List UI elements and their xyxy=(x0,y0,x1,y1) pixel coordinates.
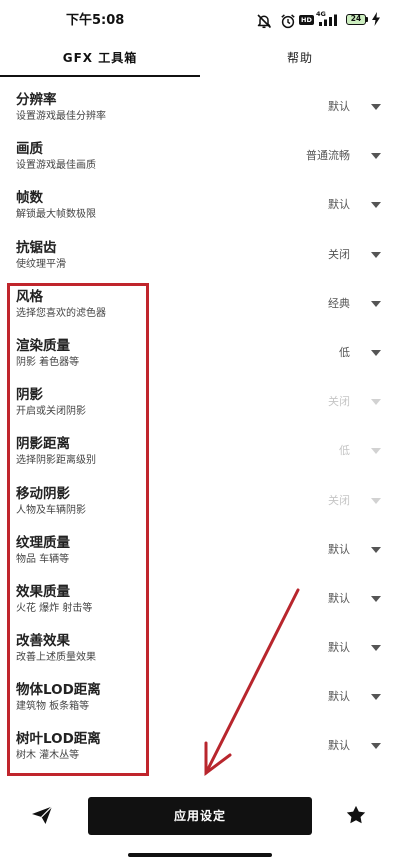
dropdown-arrow-icon[interactable] xyxy=(371,546,381,553)
setting-title: 移动阴影 xyxy=(16,485,70,502)
dropdown-arrow-icon[interactable] xyxy=(371,595,381,602)
setting-description: 设置游戏最佳分辨率 xyxy=(16,111,106,122)
setting-value-dropdown[interactable]: 默认 xyxy=(328,197,350,213)
mute-icon xyxy=(257,14,272,29)
star-icon[interactable] xyxy=(345,804,367,826)
setting-value-dropdown[interactable]: 默认 xyxy=(328,738,350,754)
setting-title: 效果质量 xyxy=(16,583,70,600)
alarm-icon xyxy=(281,14,295,29)
setting-value-dropdown[interactable]: 普通流畅 xyxy=(306,148,350,164)
hd-badge: HD xyxy=(299,15,314,25)
setting-value-dropdown[interactable]: 经典 xyxy=(328,296,350,312)
dropdown-arrow-icon[interactable] xyxy=(371,153,381,160)
setting-title: 改善效果 xyxy=(16,633,70,650)
setting-description: 解锁最大帧数极限 xyxy=(16,209,96,221)
setting-title: 物体LOD距离 xyxy=(16,682,101,699)
setting-value-dropdown: 关闭 xyxy=(328,493,350,507)
setting-title: 帧数 xyxy=(16,190,43,207)
setting-value-dropdown[interactable]: 默认 xyxy=(328,542,350,558)
setting-title: 抗锯齿 xyxy=(16,239,57,256)
tab-help[interactable]: 帮助 xyxy=(200,42,400,74)
status-time: 下午5:08 xyxy=(66,13,125,28)
setting-value-dropdown: 低 xyxy=(339,444,350,458)
dropdown-arrow-icon[interactable] xyxy=(371,300,381,307)
setting-description: 火花 爆炸 射击等 xyxy=(16,602,93,614)
setting-description: 使纹理平滑 xyxy=(16,258,66,270)
setting-row-fps[interactable]: 帧数 解锁最大帧数极限 默认 xyxy=(0,182,400,231)
dropdown-arrow-icon[interactable] xyxy=(371,645,381,652)
setting-row-anti-aliasing[interactable]: 抗锯齿 使纹理平滑 关闭 xyxy=(0,232,400,281)
setting-value-dropdown[interactable]: 默认 xyxy=(328,99,350,115)
signal-icon xyxy=(319,14,337,26)
dropdown-arrow-icon[interactable] xyxy=(371,251,381,258)
setting-description: 阴影 着色器等 xyxy=(16,356,80,368)
apply-settings-button[interactable]: 应用设定 xyxy=(88,797,312,835)
setting-title: 分辨率 xyxy=(16,92,57,108)
setting-value-dropdown: 关闭 xyxy=(328,395,350,409)
setting-row-resolution[interactable]: 分辨率 设置游戏最佳分辨率 默认 xyxy=(0,84,400,133)
setting-title: 阴影距离 xyxy=(16,436,70,453)
active-tab-indicator xyxy=(0,75,200,77)
setting-description: 建筑物 板条箱等 xyxy=(16,701,90,713)
setting-value-dropdown[interactable]: 默认 xyxy=(328,689,350,705)
setting-row-graphics-quality[interactable]: 画质 设置游戏最佳画质 普通流畅 xyxy=(0,133,400,182)
home-indicator[interactable] xyxy=(128,853,272,857)
dropdown-arrow-icon[interactable] xyxy=(371,202,381,209)
setting-description: 开启或关闭阴影 xyxy=(16,406,86,418)
setting-description: 物品 车辆等 xyxy=(16,553,70,565)
setting-row-shadows: 阴影 开启或关闭阴影 关闭 xyxy=(0,379,400,428)
status-bar: 下午5:08 HD 4G 24 xyxy=(0,0,400,40)
setting-row-render-quality[interactable]: 渲染质量 阴影 着色器等 低 xyxy=(0,330,400,379)
setting-title: 阴影 xyxy=(16,387,43,404)
setting-title: 渲染质量 xyxy=(16,337,70,354)
dropdown-arrow-icon[interactable] xyxy=(371,694,381,701)
setting-row-style[interactable]: 风格 选择您喜欢的滤色器 经典 xyxy=(0,281,400,330)
setting-description: 选择阴影距离级别 xyxy=(16,455,96,467)
setting-row-improve-effects[interactable]: 改善效果 改善上述质量效果 默认 xyxy=(0,625,400,674)
tab-gfx-toolbox[interactable]: GFX 工具箱 xyxy=(0,42,200,74)
setting-row-object-lod-distance[interactable]: 物体LOD距离 建筑物 板条箱等 默认 xyxy=(0,674,400,723)
dropdown-arrow-icon[interactable] xyxy=(371,349,381,356)
setting-title: 纹理质量 xyxy=(16,534,70,551)
setting-title: 画质 xyxy=(16,141,43,158)
dropdown-arrow-icon xyxy=(371,399,381,406)
setting-row-shadow-distance: 阴影距离 选择阴影距离级别 低 xyxy=(0,428,400,477)
setting-description: 改善上述质量效果 xyxy=(16,652,96,664)
battery-nub xyxy=(366,17,368,22)
setting-row-moving-shadows: 移动阴影 人物及车辆阴影 关闭 xyxy=(0,478,400,527)
charging-icon xyxy=(372,12,380,26)
paper-plane-icon[interactable] xyxy=(31,805,53,825)
setting-value-dropdown[interactable]: 关闭 xyxy=(328,247,350,263)
battery-icon: 24 xyxy=(346,14,366,25)
setting-description: 树木 灌木丛等 xyxy=(16,750,80,762)
setting-value-dropdown[interactable]: 低 xyxy=(339,345,350,361)
dropdown-arrow-icon[interactable] xyxy=(371,743,381,750)
dropdown-arrow-icon xyxy=(371,497,381,504)
dropdown-arrow-icon xyxy=(371,448,381,455)
setting-description: 人物及车辆阴影 xyxy=(16,504,86,516)
setting-value-dropdown[interactable]: 默认 xyxy=(328,640,350,656)
settings-list: 分辨率 设置游戏最佳分辨率 默认 画质 设置游戏最佳画质 普通流畅 帧数 解锁最… xyxy=(0,84,400,773)
setting-title: 风格 xyxy=(16,288,43,305)
dropdown-arrow-icon[interactable] xyxy=(371,104,381,110)
setting-row-foliage-lod-distance[interactable]: 树叶LOD距离 树木 灌木丛等 默认 xyxy=(0,723,400,772)
setting-title: 树叶LOD距离 xyxy=(16,731,101,748)
setting-row-texture-quality[interactable]: 纹理质量 物品 车辆等 默认 xyxy=(0,527,400,576)
setting-row-effects-quality[interactable]: 效果质量 火花 爆炸 射击等 默认 xyxy=(0,576,400,625)
setting-value-dropdown[interactable]: 默认 xyxy=(328,591,350,607)
setting-description: 选择您喜欢的滤色器 xyxy=(16,307,106,319)
setting-description: 设置游戏最佳画质 xyxy=(16,160,96,172)
